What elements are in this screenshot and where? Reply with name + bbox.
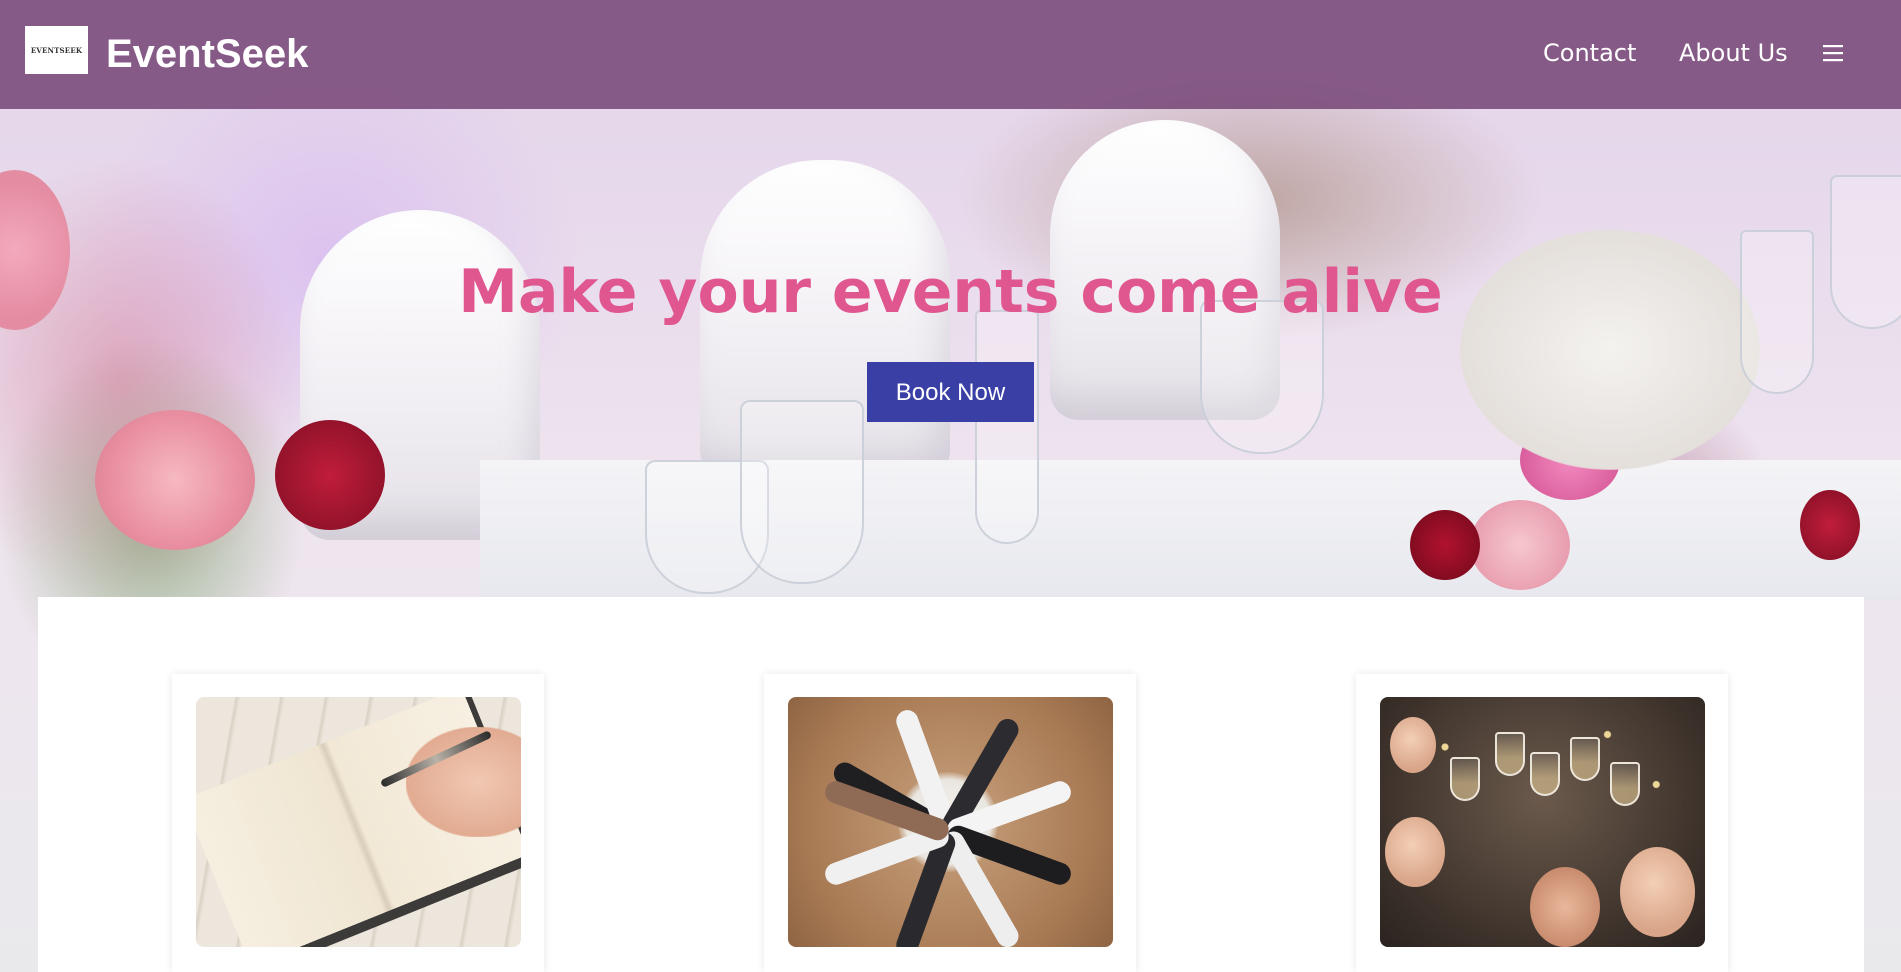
wine-glass-shape <box>1570 737 1600 781</box>
wine-glass-shape <box>1450 757 1480 801</box>
rose-shape <box>1800 490 1860 560</box>
logo[interactable]: EVENTSEEK <box>25 26 88 74</box>
wine-glass-shape <box>1610 762 1640 806</box>
face-shape <box>1390 717 1436 773</box>
book-now-button[interactable]: Book Now <box>867 362 1034 422</box>
glass-shape <box>975 310 1039 544</box>
rose-shape <box>275 420 385 530</box>
feature-card[interactable] <box>172 674 544 972</box>
face-shape <box>1620 847 1695 937</box>
face-shape <box>1385 817 1445 887</box>
hamburger-menu-icon[interactable] <box>1822 42 1844 64</box>
celebration-toast-photo <box>1380 697 1705 947</box>
hero-title: Make your events come alive <box>458 257 1443 327</box>
rose-shape <box>95 410 255 550</box>
top-navbar: EVENTSEEK EventSeek Contact About Us <box>0 0 1901 109</box>
hand-shape <box>1530 867 1600 947</box>
rose-shape <box>1470 500 1570 590</box>
rose-shape <box>1410 510 1480 580</box>
notebook-writing-plan-photo <box>196 697 521 947</box>
feature-card[interactable] <box>1356 674 1728 972</box>
page: EVENTSEEK EventSeek Contact About Us Mak… <box>0 0 1901 972</box>
glass-shape <box>740 400 864 584</box>
logo-text: EVENTSEEK <box>30 45 83 55</box>
wine-glass-shape <box>1495 732 1525 776</box>
nav-link-about-us[interactable]: About Us <box>1679 38 1788 68</box>
team-puzzle-hands-photo <box>788 697 1113 947</box>
wine-glass-shape <box>1530 752 1560 796</box>
nav-link-contact[interactable]: Contact <box>1543 38 1636 68</box>
feature-card[interactable] <box>764 674 1136 972</box>
brand-name[interactable]: EventSeek <box>106 28 308 80</box>
